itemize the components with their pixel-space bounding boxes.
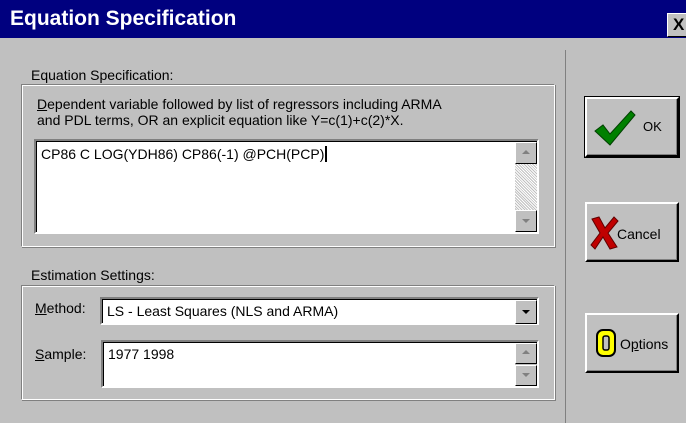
scroll-down-button[interactable] [515, 210, 537, 232]
sample-scroll-down-button[interactable] [515, 365, 537, 386]
cancel-button[interactable]: Cancel [585, 202, 679, 262]
sample-input[interactable]: 1977 1998 [101, 340, 539, 388]
title-bar: Equation Specification X [0, 0, 686, 38]
scroll-up-button[interactable] [515, 142, 537, 164]
sample-scrollbar[interactable] [515, 343, 537, 386]
method-value: LS - Least Squares (NLS and ARMA) [107, 303, 339, 319]
equation-scrollbar[interactable] [515, 142, 537, 232]
arrow-up-icon [522, 350, 530, 354]
chevron-down-icon [522, 310, 530, 314]
arrow-down-icon [522, 373, 530, 377]
method-dropdown-button[interactable] [515, 300, 537, 324]
ok-button[interactable]: OK [584, 96, 680, 158]
options-button[interactable]: Options [585, 313, 679, 373]
close-icon: X [673, 15, 685, 34]
close-button[interactable]: X [667, 13, 686, 37]
x-mark-icon [590, 216, 619, 250]
sample-value: 1977 1998 [108, 346, 175, 362]
equation-input[interactable]: CP86 C LOG(YDH86) CP86(-1) @PCH(PCP) [34, 139, 539, 234]
equation-text: CP86 C LOG(YDH86) CP86(-1) @PCH(PCP) [41, 146, 328, 162]
options-label: Options [620, 336, 669, 352]
window-title: Equation Specification [10, 7, 237, 30]
estimation-group-label: Estimation Settings: [31, 267, 155, 283]
arrow-up-icon [522, 150, 530, 154]
equation-hint: Dependent variable followed by list of r… [37, 96, 442, 128]
arrow-down-icon [522, 219, 530, 223]
method-select[interactable]: LS - Least Squares (NLS and ARMA) [100, 297, 539, 325]
text-caret [325, 146, 328, 162]
options-o-icon [596, 329, 616, 357]
sample-label: Sample: [35, 346, 87, 362]
checkmark-icon [594, 110, 636, 146]
cancel-label: Cancel [617, 226, 661, 242]
sample-scroll-up-button[interactable] [515, 343, 537, 364]
equation-group-label: Equation Specification: [31, 67, 174, 83]
method-label: Method: [35, 300, 86, 316]
ok-label: OK [643, 119, 662, 134]
